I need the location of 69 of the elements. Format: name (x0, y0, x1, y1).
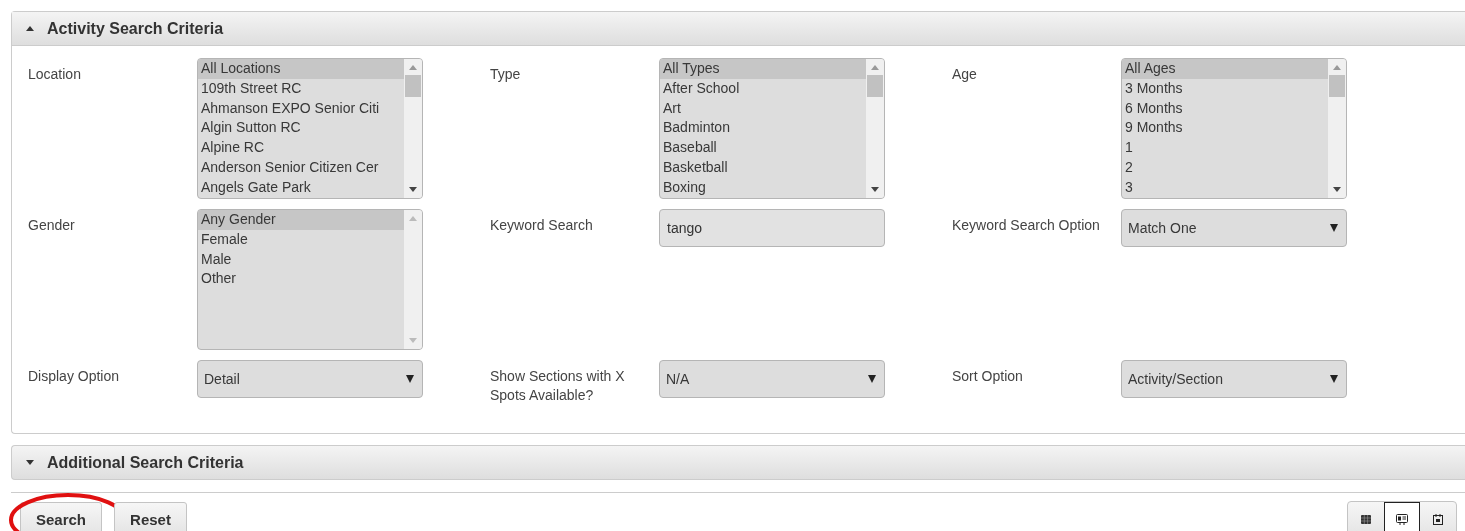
field-label: Location (28, 65, 82, 84)
list-option[interactable]: Ahmanson EXPO Senior Citi (198, 98, 404, 119)
field-label: Keyword Search (490, 216, 594, 235)
list-option[interactable]: Baseball (660, 138, 866, 158)
scroll-down-icon[interactable] (1333, 187, 1341, 192)
field-label: Keyword Search Option (952, 216, 1101, 235)
field-label: Sort Option (952, 367, 1024, 386)
panel-header[interactable]: Activity Search Criteria (12, 12, 1465, 46)
list-option[interactable]: Female (198, 229, 404, 250)
panel-title: Activity Search Criteria (47, 19, 224, 38)
grid-icon (1361, 514, 1371, 524)
scroll-thumb[interactable] (867, 75, 883, 97)
panel-header[interactable]: Additional Search Criteria (11, 445, 1465, 480)
list-option[interactable]: All Ages (1122, 59, 1328, 79)
field-label: Show Sections with X Spots Available? (490, 367, 626, 405)
list-option[interactable]: 1 (1122, 138, 1328, 158)
collapse-icon (26, 26, 34, 31)
list-option[interactable]: Algin Sutton RC (198, 118, 404, 139)
field-label: Gender (28, 216, 76, 235)
list-option[interactable]: All Locations (198, 59, 404, 79)
caret-icon (1330, 224, 1338, 232)
list-option[interactable]: Art (660, 98, 866, 119)
field-label: Type (490, 65, 522, 84)
scroll-thumb[interactable] (405, 75, 421, 97)
field-label: Age (952, 65, 978, 84)
search-button[interactable]: Search (20, 502, 103, 531)
dropdown[interactable]: N/A (659, 360, 885, 398)
list-option[interactable]: All Types (660, 59, 866, 79)
dropdown[interactable]: Match One (1121, 209, 1347, 247)
keyword-input[interactable]: tango (659, 209, 885, 247)
scroll-thumb[interactable] (1329, 75, 1345, 97)
list-option[interactable]: 2 (1122, 158, 1328, 178)
list-option[interactable]: 3 (1122, 177, 1328, 198)
scroll-down-icon[interactable] (871, 187, 879, 192)
list-option[interactable]: 6 Months (1122, 98, 1328, 119)
panel-title: Additional Search Criteria (47, 453, 244, 472)
listbox[interactable]: All Types After School Art Badminton Baseball Basketball Boxing (659, 58, 885, 199)
list-option[interactable]: 109th Street RC (198, 78, 404, 99)
expand-icon (26, 460, 34, 465)
list-option[interactable]: Boxing (660, 177, 866, 198)
field-label: Display Option (28, 367, 121, 386)
caret-icon (868, 375, 876, 383)
scroll-up-icon[interactable] (1333, 65, 1341, 70)
scroll-up-icon[interactable] (409, 65, 417, 70)
caret-icon (1330, 375, 1338, 383)
list-option[interactable]: Basketball (660, 158, 866, 178)
card-view-button[interactable] (1384, 502, 1420, 531)
list-option[interactable]: Alpine RC (198, 138, 404, 158)
scroll-down-icon[interactable] (409, 187, 417, 192)
dropdown[interactable]: Detail (197, 360, 423, 398)
list-option[interactable]: After School (660, 78, 866, 99)
list-option[interactable]: Anderson Senior Citizen Cer (198, 158, 404, 178)
listbox[interactable]: All Ages 3 Months 6 Months 9 Months 1 2 3 (1121, 58, 1347, 199)
dropdown[interactable]: Activity/Section (1121, 360, 1347, 398)
scroll-up-icon[interactable] (871, 65, 879, 70)
list-option[interactable]: 9 Months (1122, 118, 1328, 139)
listbox[interactable]: All Locations 109th Street RC Ahmanson EXPO Senior Citi Algin Sutton RC Alpine RC Anderson Senior Citizen Cer Angels Gate Park (197, 58, 423, 199)
list-option[interactable]: Angels Gate Park (198, 177, 404, 198)
calendar-icon (1433, 513, 1443, 525)
list-option[interactable]: Any Gender (198, 210, 404, 230)
scroll-up-icon[interactable] (409, 216, 417, 221)
list-option[interactable]: Male (198, 249, 404, 270)
reset-button[interactable]: Reset (114, 502, 187, 531)
caret-icon (406, 375, 414, 383)
listbox[interactable]: Any Gender Female Male Other (197, 209, 423, 350)
list-option[interactable]: 3 Months (1122, 78, 1328, 99)
card-icon (1396, 513, 1408, 525)
list-option[interactable]: Other (198, 269, 404, 290)
list-option[interactable]: Badminton (660, 118, 866, 139)
